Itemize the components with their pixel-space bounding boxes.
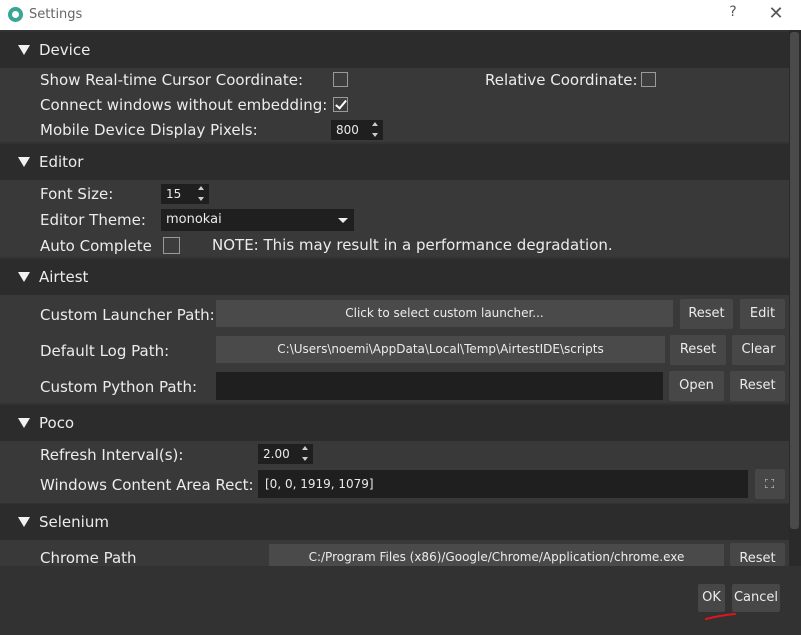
python-open-button[interactable]: Open [669, 371, 724, 401]
relative-coordinate-checkbox[interactable] [641, 72, 656, 87]
log-reset-button[interactable]: Reset [670, 335, 726, 365]
section-header-airtest[interactable]: Airtest [0, 259, 789, 295]
title-bar: Settings ? ✕ [0, 0, 801, 30]
default-log-path-label: Default Log Path: [40, 342, 170, 360]
refresh-interval-value: 2.00 [263, 447, 290, 461]
connect-without-embedding-checkbox[interactable] [333, 97, 348, 112]
scrollbar-thumb[interactable] [790, 32, 799, 529]
launcher-reset-button[interactable]: Reset [680, 299, 733, 329]
windows-content-area-value: [0, 0, 1919, 1079] [265, 477, 374, 491]
editor-theme-value: monokai [166, 212, 222, 227]
refresh-interval-label: Refresh Interval(s): [40, 446, 184, 464]
relative-coordinate-label: Relative Coordinate: [485, 71, 638, 89]
spin-up-icon[interactable] [198, 186, 204, 190]
editor-theme-label: Editor Theme: [40, 211, 146, 229]
spin-down-icon[interactable] [372, 133, 378, 137]
section-body-editor: Font Size: 15 Editor Theme: monokai Auto… [0, 180, 789, 257]
log-clear-button[interactable]: Clear [732, 335, 785, 365]
performance-note: NOTE: This may result in a performance d… [212, 236, 613, 254]
editor-theme-select[interactable]: monokai [161, 209, 354, 231]
font-size-value: 15 [166, 187, 182, 201]
section-header-editor[interactable]: Editor [0, 144, 789, 180]
section-body-selenium: Chrome Path C:/Program Files (x86)/Googl… [0, 540, 789, 566]
auto-complete-label: Auto Complete [40, 237, 152, 255]
section-title-airtest: Airtest [39, 268, 89, 286]
spin-down-icon[interactable] [302, 457, 308, 461]
windows-content-area-input[interactable]: [0, 0, 1919, 1079] [258, 470, 748, 498]
section-body-airtest: Custom Launcher Path: Click to select cu… [0, 295, 789, 403]
chrome-path-button[interactable]: C:/Program Files (x86)/Google/Chrome/App… [269, 544, 724, 566]
section-title-editor: Editor [39, 153, 84, 171]
chrome-reset-button[interactable]: Reset [730, 543, 785, 566]
default-log-path-button[interactable]: C:\Users\noemi\AppData\Local\Temp\Airtes… [216, 336, 665, 363]
section-header-device[interactable]: Device [0, 32, 789, 68]
spin-up-icon[interactable] [372, 122, 378, 126]
section-header-poco[interactable]: Poco [0, 405, 789, 441]
connect-without-embedding-label: Connect windows without embedding: [40, 96, 328, 114]
help-button[interactable]: ? [724, 4, 742, 24]
collapse-arrow-icon [18, 418, 30, 428]
show-cursor-checkbox[interactable] [333, 72, 348, 87]
display-pixels-spinbox[interactable]: 800 [331, 120, 383, 140]
area-select-button[interactable] [755, 469, 785, 499]
settings-scroll-area: Device Show Real-time Cursor Coordinate:… [0, 30, 789, 566]
python-reset-button[interactable]: Reset [730, 371, 785, 401]
section-header-selenium[interactable]: Selenium [0, 504, 789, 540]
section-title-poco: Poco [39, 414, 75, 432]
custom-launcher-path-button[interactable]: Click to select custom launcher... [216, 300, 673, 327]
windows-content-area-label: Windows Content Area Rect: [40, 476, 254, 494]
dialog-button-bar: OK Cancel [0, 566, 801, 635]
display-pixels-value: 800 [336, 123, 359, 137]
launcher-edit-button[interactable]: Edit [740, 299, 785, 329]
spin-up-icon[interactable] [302, 446, 308, 450]
section-title-selenium: Selenium [39, 513, 109, 531]
collapse-arrow-icon [18, 157, 30, 167]
collapse-arrow-icon [18, 517, 30, 527]
collapse-arrow-icon [18, 45, 30, 55]
section-title-device: Device [39, 41, 91, 59]
window-title: Settings [29, 7, 83, 22]
cancel-button[interactable]: Cancel [732, 584, 780, 612]
close-button[interactable]: ✕ [766, 3, 786, 25]
collapse-arrow-icon [18, 272, 30, 282]
display-pixels-label: Mobile Device Display Pixels: [40, 121, 258, 139]
font-size-spinbox[interactable]: 15 [161, 184, 209, 204]
red-underline-mark [705, 613, 736, 620]
refresh-interval-spinbox[interactable]: 2.00 [258, 444, 313, 464]
custom-python-path-input[interactable] [216, 372, 663, 400]
section-body-device: Show Real-time Cursor Coordinate: Relati… [0, 68, 789, 142]
font-size-label: Font Size: [40, 185, 114, 203]
spin-down-icon[interactable] [198, 197, 204, 201]
section-body-poco: Refresh Interval(s): 2.00 Windows Conten… [0, 441, 789, 503]
show-cursor-label: Show Real-time Cursor Coordinate: [40, 71, 304, 89]
ok-button[interactable]: OK [698, 584, 725, 612]
custom-launcher-label: Custom Launcher Path: [40, 306, 215, 324]
expand-icon [765, 479, 774, 488]
settings-dialog: Device Show Real-time Cursor Coordinate:… [0, 30, 801, 635]
gear-icon [8, 7, 23, 22]
chevron-down-icon [338, 218, 348, 223]
auto-complete-checkbox[interactable] [163, 237, 180, 254]
custom-python-path-label: Custom Python Path: [40, 378, 198, 396]
